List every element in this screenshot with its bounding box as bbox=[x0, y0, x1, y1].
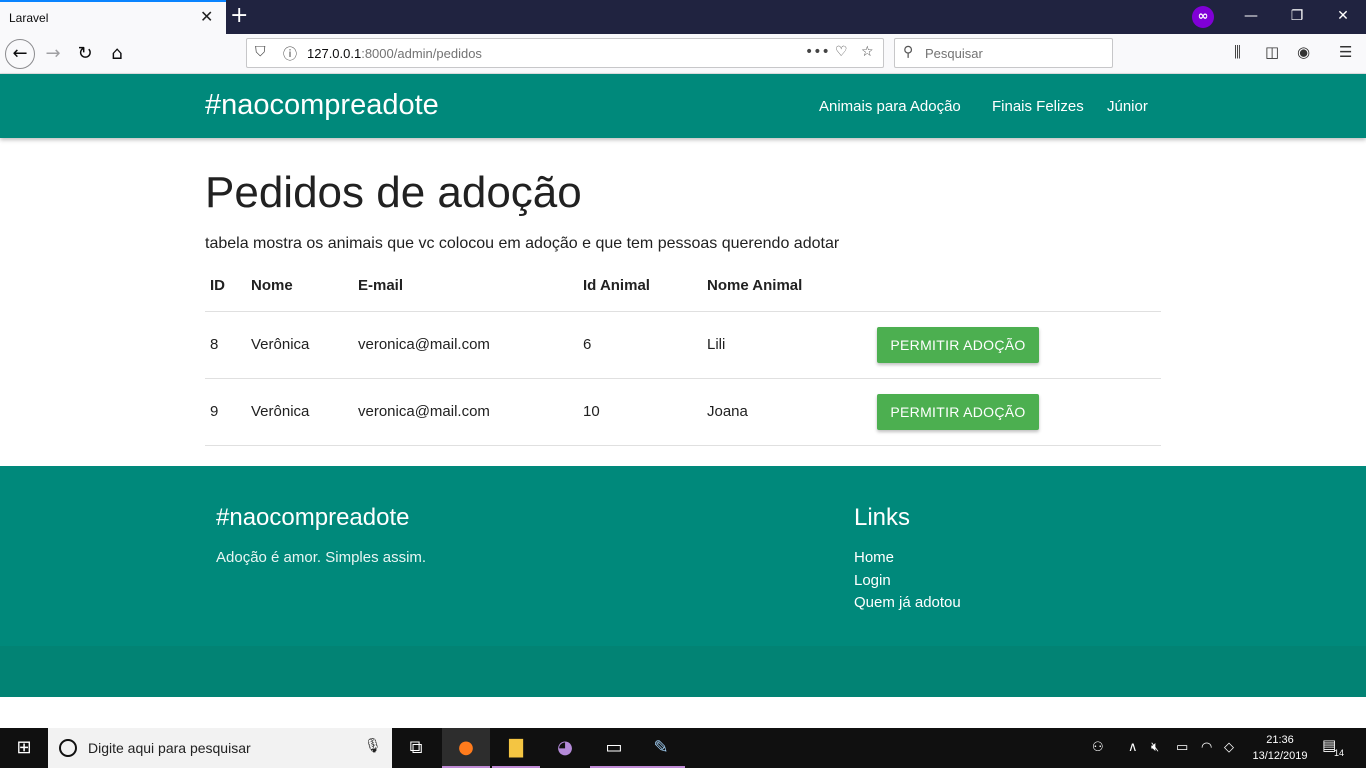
url-path: :8000/admin/pedidos bbox=[361, 46, 482, 61]
pocket-icon[interactable]: ♡ bbox=[835, 44, 848, 60]
header-id-animal: Id Animal bbox=[583, 277, 650, 294]
minimize-icon[interactable]: — bbox=[1236, 5, 1266, 27]
menu-icon[interactable]: ☰ bbox=[1339, 43, 1352, 61]
file-explorer-icon[interactable]: ▇ bbox=[492, 728, 540, 768]
url-bar[interactable]: ⛉ ⓘ 127.0.0.1:8000/admin/pedidos ••• ♡ ☆ bbox=[246, 38, 884, 68]
page-actions-icon[interactable]: ••• bbox=[805, 44, 830, 60]
home-icon[interactable]: ⌂ bbox=[102, 39, 132, 69]
windows-start-icon[interactable]: ⊞ bbox=[0, 728, 48, 768]
page-title: Pedidos de adoção bbox=[205, 168, 582, 217]
page-subtitle: tabela mostra os animais que vc colocou … bbox=[205, 235, 840, 252]
taskbar: ⊞ Digite aqui para pesquisar 🎙︎ ⧉ ● ▇ ◕ … bbox=[0, 728, 1366, 768]
cell-id-animal: 10 bbox=[583, 403, 600, 420]
cell-nome: Verônica bbox=[251, 336, 310, 353]
tray-chevron-icon[interactable]: ∧ bbox=[1128, 740, 1138, 755]
paint-icon[interactable]: ✎ bbox=[637, 728, 685, 768]
cell-nome: Verônica bbox=[251, 403, 310, 420]
cell-email: veronica@mail.com bbox=[358, 336, 490, 353]
cell-email: veronica@mail.com bbox=[358, 403, 490, 420]
window-close-icon[interactable]: ✕ bbox=[1328, 5, 1358, 27]
table-row: 9 Verônica veronica@mail.com 10 Joana PE… bbox=[205, 379, 1161, 446]
permit-adoption-button[interactable]: PERMITIR ADOÇÃO bbox=[877, 327, 1039, 363]
footer-link-quem-ja-adotou[interactable]: Quem já adotou bbox=[854, 594, 961, 611]
footer-bottom-bar bbox=[0, 646, 1366, 697]
new-tab-button[interactable]: + bbox=[230, 3, 248, 29]
footer-link-login[interactable]: Login bbox=[854, 572, 891, 589]
microphone-icon[interactable]: 🎙︎ bbox=[364, 738, 382, 754]
library-icon[interactable]: ⫼ bbox=[1234, 43, 1241, 61]
adoption-requests-table: ID Nome E-mail Id Animal Nome Animal 8 V… bbox=[205, 265, 1161, 446]
browser-nav-bar: ← → ↻ ⌂ ⛉ ⓘ 127.0.0.1:8000/admin/pedidos… bbox=[0, 34, 1366, 74]
account-icon[interactable]: ◉ bbox=[1297, 43, 1310, 61]
site-header: #naocompreadote Animais para Adoção Fina… bbox=[0, 74, 1366, 138]
info-icon[interactable]: ⓘ bbox=[283, 44, 297, 64]
cortana-icon bbox=[59, 739, 77, 757]
sidebar-icon[interactable]: ◫ bbox=[1265, 43, 1279, 61]
task-view-icon[interactable]: ⧉ bbox=[392, 728, 440, 768]
footer-brand: #naocompreadote bbox=[216, 504, 410, 531]
permit-adoption-button[interactable]: PERMITIR ADOÇÃO bbox=[877, 394, 1039, 430]
cell-nome-animal: Lili bbox=[707, 336, 726, 353]
cell-id-animal: 6 bbox=[583, 336, 592, 353]
site-brand[interactable]: #naocompreadote bbox=[205, 89, 439, 122]
github-desktop-icon[interactable]: ◕ bbox=[541, 728, 589, 768]
notification-count: 14 bbox=[1334, 748, 1345, 758]
url-host: 127.0.0.1 bbox=[307, 46, 362, 61]
header-id: ID bbox=[210, 277, 225, 294]
footer-tagline: Adoção é amor. Simples assim. bbox=[216, 549, 427, 566]
browser-tab-bar: Laravel ✕ + ∞ — ❐ ✕ bbox=[0, 0, 1366, 34]
bookmark-star-icon[interactable]: ☆ bbox=[861, 44, 874, 60]
battery-icon[interactable]: ▭ bbox=[1176, 740, 1188, 755]
clock-date: 13/12/2019 bbox=[1252, 750, 1308, 762]
wifi-icon[interactable]: ◠ bbox=[1201, 740, 1212, 755]
footer-links-title: Links bbox=[854, 504, 911, 531]
back-arrow-icon[interactable]: ← bbox=[5, 39, 35, 69]
footer-link-home[interactable]: Home bbox=[854, 549, 894, 566]
shield-icon[interactable]: ⛉ bbox=[255, 44, 266, 60]
cell-id: 9 bbox=[210, 403, 219, 420]
search-placeholder: Pesquisar bbox=[925, 46, 983, 61]
reload-icon[interactable]: ↻ bbox=[70, 39, 100, 69]
table-row: 8 Verônica veronica@mail.com 6 Lili PERM… bbox=[205, 312, 1161, 379]
forward-arrow-icon[interactable]: → bbox=[38, 39, 68, 69]
table-header-row: ID Nome E-mail Id Animal Nome Animal bbox=[205, 265, 1161, 312]
search-icon: ⚲ bbox=[903, 44, 914, 60]
url-text[interactable]: 127.0.0.1:8000/admin/pedidos bbox=[307, 46, 482, 61]
site-footer: #naocompreadote Adoção é amor. Simples a… bbox=[0, 466, 1366, 646]
header-nome: Nome bbox=[251, 277, 293, 294]
private-browsing-icon: ∞ bbox=[1192, 6, 1214, 28]
taskbar-search[interactable]: Digite aqui para pesquisar 🎙︎ bbox=[48, 728, 392, 768]
nav-link-junior[interactable]: Júnior bbox=[1107, 98, 1148, 115]
nav-link-animais[interactable]: Animais para Adoção bbox=[819, 98, 961, 115]
restore-icon[interactable]: ❐ bbox=[1282, 5, 1312, 27]
header-nome-animal: Nome Animal bbox=[707, 277, 803, 294]
firefox-icon[interactable]: ● bbox=[442, 728, 490, 768]
dropbox-icon[interactable]: ◇ bbox=[1224, 740, 1234, 755]
cell-id: 8 bbox=[210, 336, 219, 353]
tab-close-icon[interactable]: ✕ bbox=[200, 7, 213, 27]
tab-title: Laravel bbox=[9, 11, 49, 25]
browser-tab[interactable]: Laravel ✕ bbox=[0, 0, 226, 34]
clock-time: 21:36 bbox=[1266, 734, 1294, 746]
system-clock[interactable]: 21:36 13/12/2019 bbox=[1250, 732, 1310, 764]
header-email: E-mail bbox=[358, 277, 404, 294]
terminal-icon[interactable]: ▭ bbox=[590, 728, 638, 768]
search-field[interactable]: ⚲ Pesquisar bbox=[894, 38, 1113, 68]
people-icon[interactable]: ⚇ bbox=[1092, 740, 1104, 755]
cell-nome-animal: Joana bbox=[707, 403, 748, 420]
volume-muted-icon[interactable]: 🔇︎ bbox=[1151, 740, 1159, 755]
taskbar-search-placeholder: Digite aqui para pesquisar bbox=[88, 740, 251, 756]
nav-link-finais-felizes[interactable]: Finais Felizes bbox=[992, 98, 1084, 115]
